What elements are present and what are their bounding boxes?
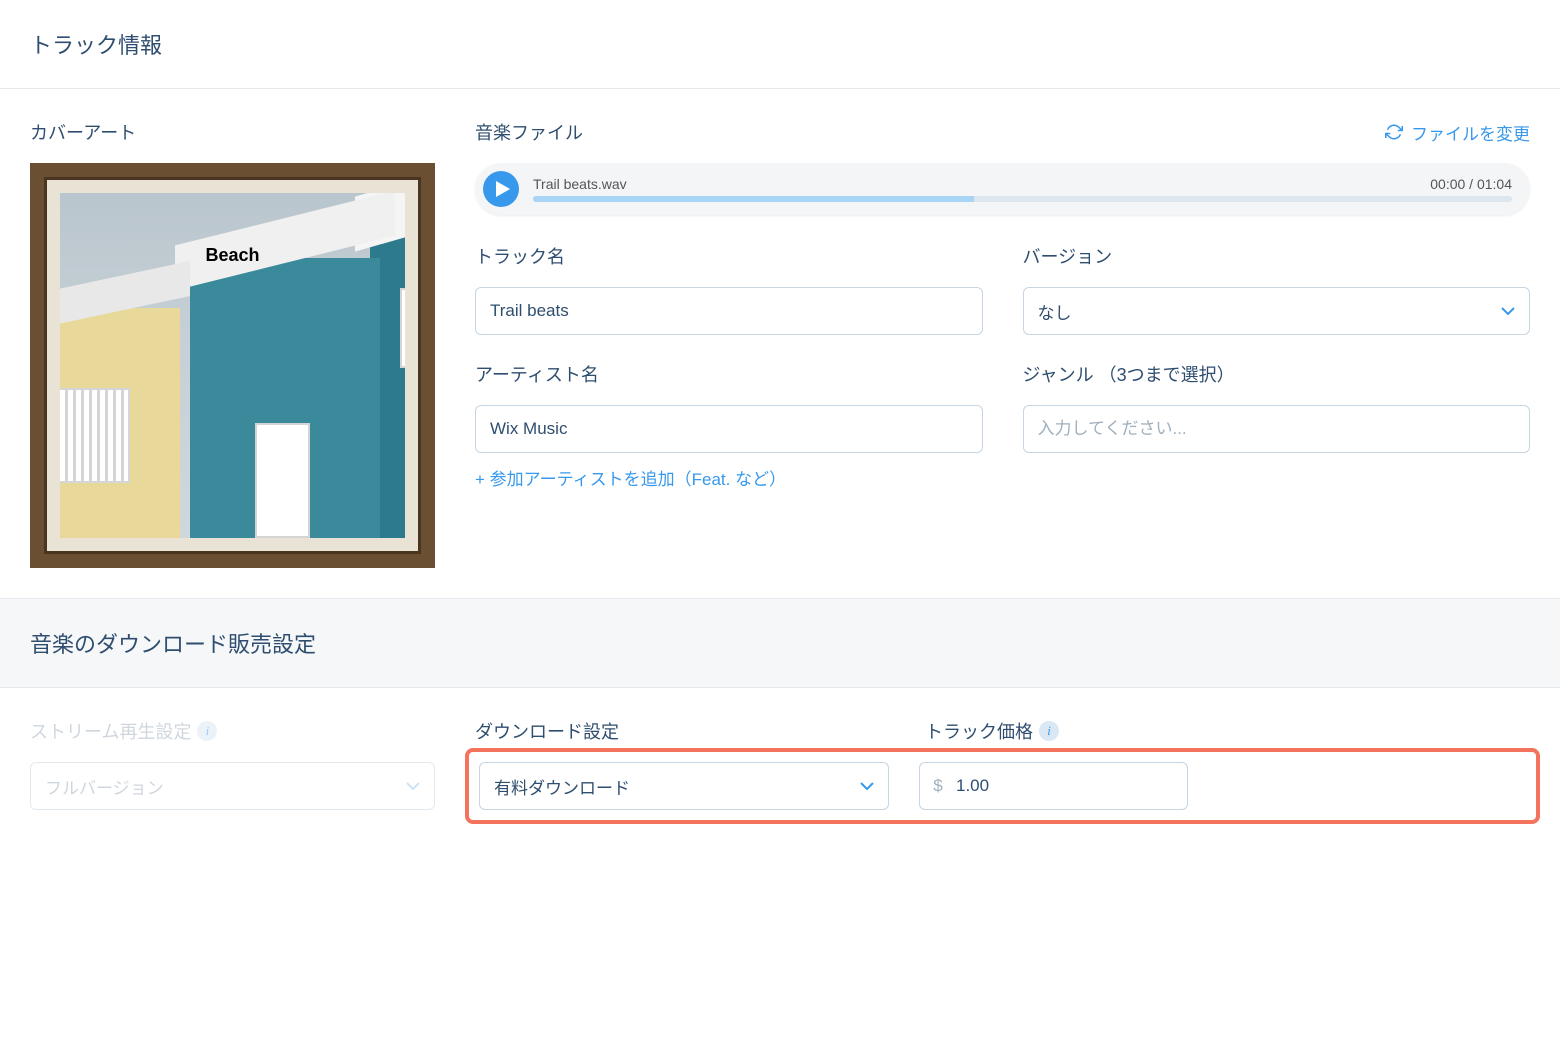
download-sales-title: 音楽のダウンロード販売設定 — [30, 632, 316, 657]
version-label: バージョン — [1023, 243, 1531, 269]
play-icon — [496, 181, 510, 197]
change-file-label: ファイルを変更 — [1411, 120, 1530, 145]
stream-settings-select: フルバージョン — [30, 762, 435, 810]
stream-settings-value: フルバージョン — [45, 774, 164, 799]
cover-art-image[interactable]: Beach — [30, 163, 435, 568]
audio-player: Trail beats.wav 00:00 / 01:04 — [475, 163, 1530, 215]
cover-art-label: カバーアート — [30, 119, 435, 145]
track-name-label: トラック名 — [475, 243, 983, 269]
music-file-label: 音楽ファイル — [475, 119, 583, 145]
info-icon[interactable]: i — [197, 721, 217, 741]
add-featured-artist-link[interactable]: + 参加アーティストを追加（Feat. など） — [475, 465, 786, 490]
version-select[interactable]: なし — [1023, 287, 1531, 335]
track-info-title: トラック情報 — [30, 33, 162, 58]
download-sales-header: 音楽のダウンロード販売設定 — [0, 598, 1560, 688]
info-icon[interactable]: i — [1039, 721, 1059, 741]
chevron-down-icon — [860, 782, 874, 790]
currency-symbol: $ — [920, 776, 956, 796]
player-progress[interactable] — [533, 196, 1512, 202]
artist-name-label: アーティスト名 — [475, 361, 983, 387]
genre-label: ジャンル （3つまで選択） — [1023, 361, 1531, 387]
download-settings-select[interactable]: 有料ダウンロード — [479, 762, 889, 810]
stream-settings-label: ストリーム再生設定 — [30, 718, 191, 744]
player-time: 00:00 / 01:04 — [1430, 176, 1512, 192]
version-value: なし — [1038, 299, 1072, 324]
track-price-label: トラック価格 — [925, 718, 1033, 744]
album-title: Beach — [205, 245, 259, 266]
refresh-icon — [1385, 123, 1403, 141]
artist-name-input[interactable] — [475, 405, 983, 453]
track-name-input[interactable] — [475, 287, 983, 335]
track-price-label-row: トラック価格 i — [925, 718, 1530, 744]
genre-input[interactable] — [1023, 405, 1531, 453]
download-settings-value: 有料ダウンロード — [494, 774, 630, 799]
play-button[interactable] — [483, 171, 519, 207]
chevron-down-icon — [406, 782, 420, 790]
price-input[interactable] — [956, 776, 1187, 796]
track-info-header: トラック情報 — [0, 0, 1560, 89]
stream-settings-label-row: ストリーム再生設定 i — [30, 718, 435, 744]
track-price-field[interactable]: $ — [919, 762, 1188, 810]
change-file-button[interactable]: ファイルを変更 — [1385, 120, 1530, 145]
download-settings-label: ダウンロード設定 — [475, 718, 885, 744]
chevron-down-icon — [1501, 307, 1515, 315]
player-filename: Trail beats.wav — [533, 176, 627, 192]
